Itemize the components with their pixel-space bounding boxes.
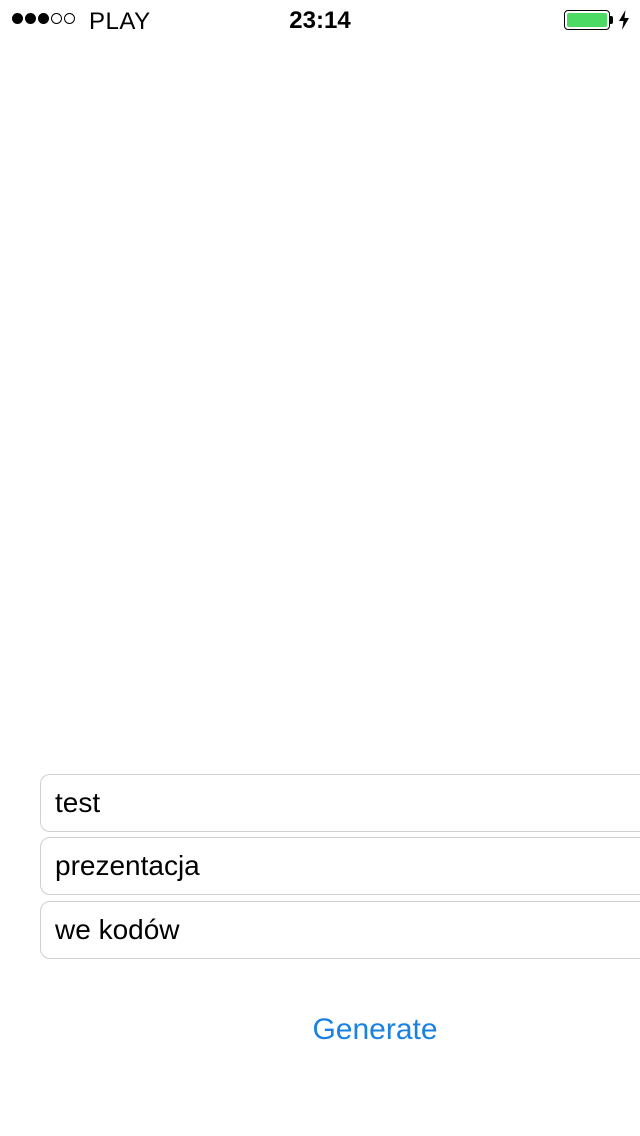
text-input-1[interactable] [55, 787, 640, 819]
status-bar: PLAY 23:14 [0, 0, 640, 40]
text-field-2[interactable] [40, 837, 640, 895]
charging-bolt-icon [619, 10, 629, 30]
app-screen: PLAY 23:14 Generate [0, 0, 640, 1136]
text-field-3[interactable] [40, 901, 640, 959]
battery-fill [567, 13, 607, 27]
battery-icon [564, 10, 610, 30]
text-field-1[interactable] [40, 774, 640, 832]
text-input-3[interactable] [55, 914, 640, 946]
battery-tip [610, 16, 613, 24]
status-time: 23:14 [289, 7, 351, 34]
text-input-2[interactable] [55, 850, 640, 882]
generate-button[interactable]: Generate [0, 1013, 640, 1047]
